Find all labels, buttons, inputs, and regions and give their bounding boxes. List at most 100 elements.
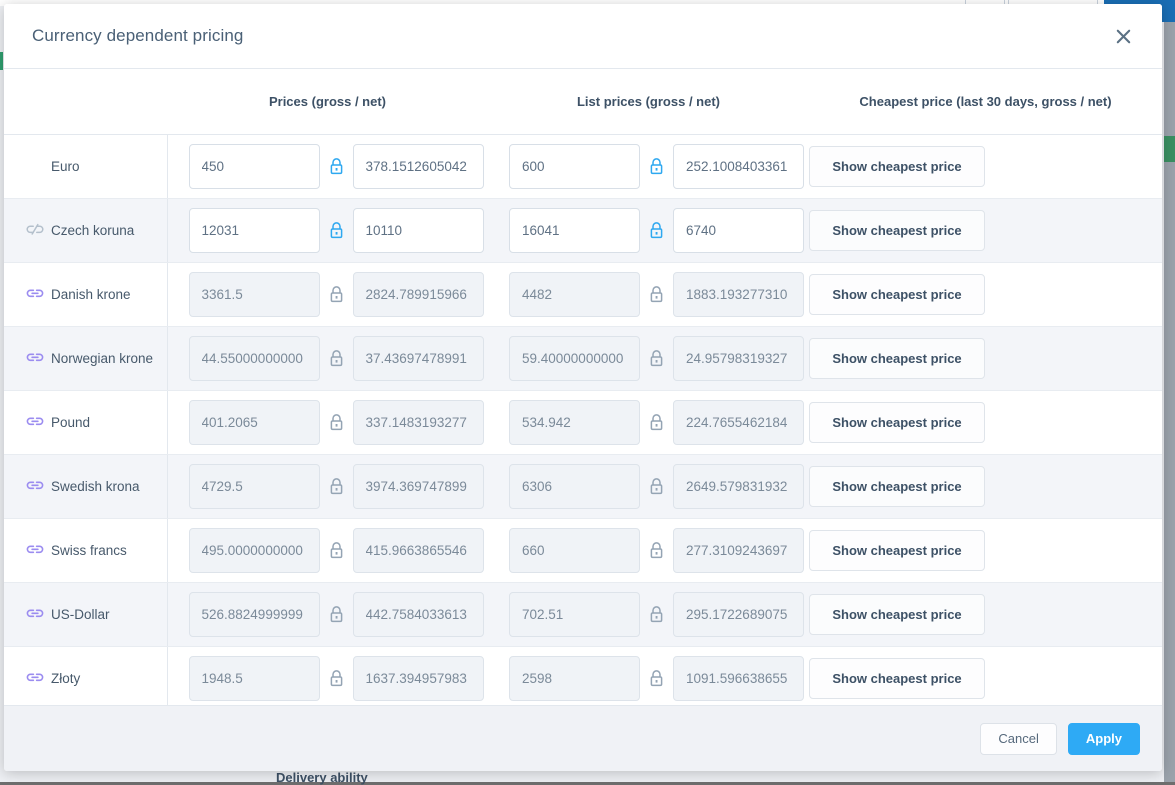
price-gross-input[interactable]	[189, 400, 320, 445]
link-broken-icon[interactable]	[26, 221, 44, 239]
lock-closed-icon[interactable]	[329, 477, 344, 495]
link-connected-icon[interactable]	[26, 669, 44, 687]
cheapest-price-cell: Show cheapest price	[809, 326, 1162, 390]
list-price-net-input[interactable]	[673, 464, 804, 509]
price-gross-input[interactable]	[189, 464, 320, 509]
lock-closed-icon[interactable]	[329, 541, 344, 559]
price-gross-input[interactable]	[189, 208, 320, 253]
list-price-net-input[interactable]	[673, 400, 804, 445]
list-price-net-input[interactable]	[673, 336, 804, 381]
prices-cell	[167, 198, 488, 262]
list-price-net-input[interactable]	[673, 272, 804, 317]
currency-pricing-modal: Currency dependent pricing Prices (gross…	[4, 4, 1162, 771]
list-price-gross-input[interactable]	[509, 464, 640, 509]
price-net-input[interactable]	[353, 144, 484, 189]
price-gross-input[interactable]	[189, 528, 320, 573]
list-price-gross-input[interactable]	[509, 144, 640, 189]
lock-closed-icon[interactable]	[649, 221, 664, 239]
price-net-input[interactable]	[353, 400, 484, 445]
price-net-input[interactable]	[353, 592, 484, 637]
list-price-gross-input[interactable]	[509, 272, 640, 317]
list-price-net-input[interactable]	[673, 656, 804, 701]
price-net-input[interactable]	[353, 336, 484, 381]
price-net-input[interactable]	[353, 272, 484, 317]
list-price-gross-input[interactable]	[509, 336, 640, 381]
page-title: Currency dependent pricing	[32, 26, 243, 46]
cheapest-price-cell: Show cheapest price	[809, 646, 1162, 705]
table-row: Euro Show cheapest price	[4, 134, 1162, 198]
currency-cell: Euro	[4, 134, 167, 198]
show-cheapest-price-button[interactable]: Show cheapest price	[809, 402, 985, 443]
list-price-gross-input[interactable]	[509, 400, 640, 445]
link-connected-icon[interactable]	[26, 605, 44, 623]
link-connected-icon[interactable]	[26, 285, 44, 303]
modal-body: Prices (gross / net) List prices (gross …	[4, 69, 1162, 705]
table-body: Euro Show cheapest price Czech koruna Show …	[4, 134, 1162, 705]
lock-closed-icon[interactable]	[649, 541, 664, 559]
prices-cell	[167, 646, 488, 705]
cancel-button[interactable]: Cancel	[980, 723, 1056, 755]
list-price-net-input[interactable]	[673, 528, 804, 573]
scrollbar-marker	[1164, 136, 1175, 162]
lock-closed-icon[interactable]	[329, 669, 344, 687]
list-prices-cell	[488, 454, 809, 518]
table-row: Swedish kronaShow cheapest price	[4, 454, 1162, 518]
lock-closed-icon[interactable]	[329, 605, 344, 623]
price-gross-input[interactable]	[189, 656, 320, 701]
price-gross-input[interactable]	[189, 336, 320, 381]
lock-closed-icon[interactable]	[649, 605, 664, 623]
list-price-net-input[interactable]	[673, 592, 804, 637]
list-price-net-input[interactable]	[673, 144, 804, 189]
prices-cell	[167, 390, 488, 454]
price-net-input[interactable]	[353, 528, 484, 573]
show-cheapest-price-button[interactable]: Show cheapest price	[809, 210, 985, 251]
lock-closed-icon[interactable]	[649, 157, 664, 175]
cheapest-price-cell: Show cheapest price	[809, 390, 1162, 454]
price-gross-input[interactable]	[189, 272, 320, 317]
lock-closed-icon[interactable]	[329, 285, 344, 303]
price-gross-input[interactable]	[189, 144, 320, 189]
show-cheapest-price-button[interactable]: Show cheapest price	[809, 530, 985, 571]
table-row: Danish kroneShow cheapest price	[4, 262, 1162, 326]
show-cheapest-price-button[interactable]: Show cheapest price	[809, 466, 985, 507]
table-row: US-DollarShow cheapest price	[4, 582, 1162, 646]
list-price-net-input[interactable]	[673, 208, 804, 253]
currency-cell: Pound	[4, 390, 167, 454]
price-gross-input[interactable]	[189, 592, 320, 637]
show-cheapest-price-button[interactable]: Show cheapest price	[809, 274, 985, 315]
list-price-gross-input[interactable]	[509, 208, 640, 253]
lock-closed-icon[interactable]	[329, 221, 344, 239]
list-price-gross-input[interactable]	[509, 592, 640, 637]
background-section-label: Delivery ability	[276, 770, 368, 785]
lock-closed-icon[interactable]	[329, 349, 344, 367]
show-cheapest-price-button[interactable]: Show cheapest price	[809, 338, 985, 379]
link-connected-icon[interactable]	[26, 541, 44, 559]
link-connected-icon[interactable]	[26, 413, 44, 431]
price-net-input[interactable]	[353, 464, 484, 509]
price-net-input[interactable]	[353, 208, 484, 253]
show-cheapest-price-button[interactable]: Show cheapest price	[809, 594, 985, 635]
currency-cell: Czech koruna	[4, 198, 167, 262]
show-cheapest-price-button[interactable]: Show cheapest price	[809, 658, 985, 699]
lock-closed-icon[interactable]	[649, 669, 664, 687]
lock-closed-icon[interactable]	[329, 157, 344, 175]
list-price-gross-input[interactable]	[509, 528, 640, 573]
lock-closed-icon[interactable]	[329, 413, 344, 431]
link-connected-icon[interactable]	[26, 349, 44, 367]
lock-closed-icon[interactable]	[649, 285, 664, 303]
link-connected-icon[interactable]	[26, 477, 44, 495]
currency-cell: Swiss francs	[4, 518, 167, 582]
apply-button[interactable]: Apply	[1068, 723, 1140, 755]
list-prices-cell	[488, 646, 809, 705]
close-icon[interactable]	[1110, 23, 1136, 49]
show-cheapest-price-button[interactable]: Show cheapest price	[809, 146, 985, 187]
list-prices-cell	[488, 326, 809, 390]
list-price-gross-input[interactable]	[509, 656, 640, 701]
lock-closed-icon[interactable]	[649, 349, 664, 367]
currency-cell: Złoty	[4, 646, 167, 705]
price-net-input[interactable]	[353, 656, 484, 701]
lock-closed-icon[interactable]	[649, 413, 664, 431]
lock-closed-icon[interactable]	[649, 477, 664, 495]
list-prices-cell	[488, 134, 809, 198]
table-row: Czech koruna Show cheapest price	[4, 198, 1162, 262]
